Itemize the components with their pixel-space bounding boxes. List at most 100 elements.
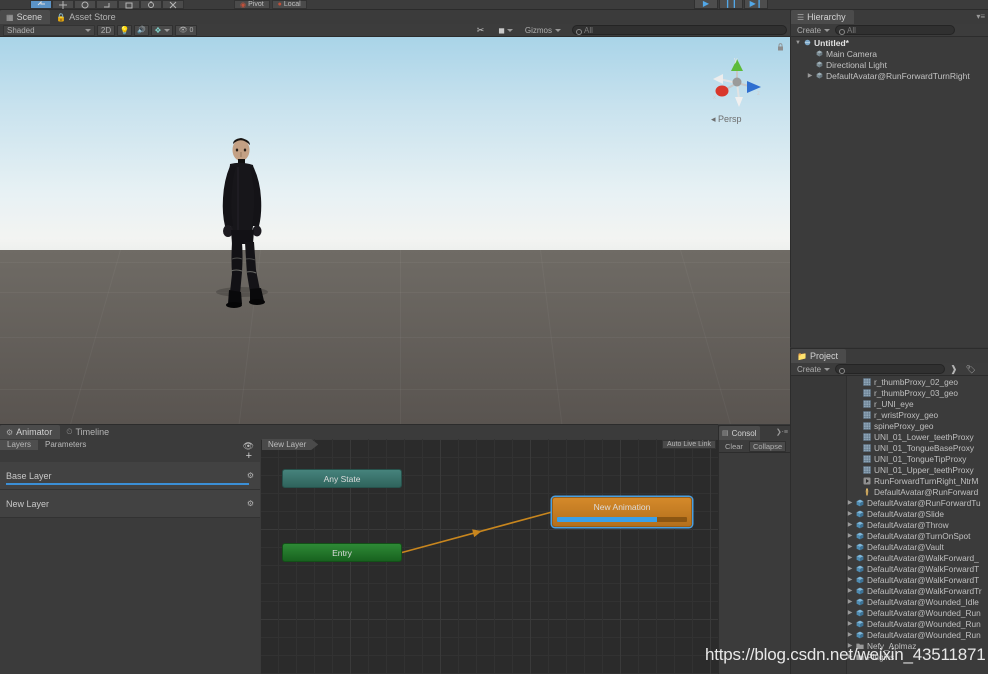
project-item[interactable]: ▶ DefaultAvatar@Throw xyxy=(791,519,988,530)
draw-mode-dropdown[interactable]: Shaded xyxy=(3,24,95,36)
chevron-right-icon[interactable]: ▶ xyxy=(847,521,853,528)
project-item[interactable]: ▶ DefaultAvatar@Wounded_Run xyxy=(791,629,988,640)
chevron-right-icon[interactable]: ▶ xyxy=(847,565,853,572)
gear-icon[interactable]: ⚙ xyxy=(247,499,254,508)
gear-icon[interactable]: ⚙ xyxy=(247,471,254,480)
scale-tool[interactable] xyxy=(96,0,118,9)
project-item[interactable]: ▶ DefaultAvatar@Wounded_Idle xyxy=(791,596,988,607)
hierarchy-item[interactable]: Main Camera xyxy=(791,48,988,59)
tab-console[interactable]: ▤ Consol xyxy=(719,426,760,440)
chevron-right-icon[interactable]: ▶ xyxy=(847,598,853,605)
hierarchy-panel-menu[interactable]: ▾≡ xyxy=(976,12,985,21)
transform-tool[interactable] xyxy=(140,0,162,9)
project-item[interactable]: UNI_01_Upper_teethProxy xyxy=(791,464,988,475)
project-search-input[interactable] xyxy=(835,364,946,374)
layer-eye-toggle[interactable]: 👁 xyxy=(243,436,254,454)
project-item[interactable]: ▶ DefaultAvatar@WalkForwardTr xyxy=(791,585,988,596)
move-tool[interactable] xyxy=(52,0,74,9)
add-layer-row[interactable]: + xyxy=(0,450,260,462)
avatar-character[interactable] xyxy=(200,132,310,332)
project-filter-label-button[interactable]: 🏷 xyxy=(963,364,979,375)
project-item[interactable]: ▶ DefaultAvatar@TurnOnSpot xyxy=(791,530,988,541)
scene-search-input[interactable]: All xyxy=(572,25,787,35)
hierarchy-item[interactable]: ▶ DefaultAvatar@RunForwardTurnRight xyxy=(791,70,988,81)
tab-animator[interactable]: ⚙ Animator xyxy=(0,425,61,439)
chevron-right-icon[interactable]: ▶ xyxy=(847,532,853,539)
hand-tool[interactable] xyxy=(30,0,52,9)
pause-button[interactable]: ❙❙ xyxy=(719,0,743,9)
local-toggle-button[interactable]: ● Local xyxy=(271,0,307,9)
hierarchy-list[interactable]: ▼ Untitled* Main Camera Directional Light ▶ D… xyxy=(791,37,988,81)
project-item[interactable]: r_wristProxy_geo xyxy=(791,409,988,420)
custom-tool[interactable] xyxy=(162,0,184,9)
tab-layers[interactable]: Layers xyxy=(0,439,39,450)
hierarchy-item[interactable]: Directional Light xyxy=(791,59,988,70)
tab-timeline[interactable]: ⏲ Timeline xyxy=(60,425,118,439)
project-item[interactable]: r_thumbProxy_02_geo xyxy=(791,376,988,387)
camera-dropdown[interactable]: ◼ xyxy=(495,25,516,36)
animator-state-machine-canvas[interactable]: New Layer Auto Live Link Any State Entry N… xyxy=(260,439,718,674)
project-item[interactable]: r_UNI_eye xyxy=(791,398,988,409)
rect-tool[interactable] xyxy=(118,0,140,9)
chevron-right-icon[interactable]: ▶ xyxy=(807,72,813,79)
tab-hierarchy[interactable]: ☰ Hierarchy xyxy=(791,10,854,24)
tab-project[interactable]: 📁 Project xyxy=(791,349,846,363)
project-item[interactable]: ▶ DefaultAvatar@RunForwardTu xyxy=(791,497,988,508)
gizmos-dropdown[interactable]: Gizmos xyxy=(522,25,564,36)
lock-icon[interactable] xyxy=(777,43,784,51)
tab-scene[interactable]: ▦ Scene xyxy=(0,10,51,24)
project-create-button[interactable]: Create xyxy=(794,364,833,375)
scene-viewport[interactable]: y z x ◂ Persp xyxy=(0,37,790,424)
project-item[interactable]: spineProxy_geo xyxy=(791,420,988,431)
chevron-right-icon[interactable]: ▶ xyxy=(847,576,853,583)
hierarchy-search-input[interactable]: All xyxy=(835,25,956,35)
project-item[interactable]: ▶ DefaultAvatar@WalkForward_ xyxy=(791,552,988,563)
hierarchy-item[interactable]: ▼ Untitled* xyxy=(791,37,988,48)
audio-toggle[interactable]: 🔊 xyxy=(134,24,149,36)
chevron-down-icon[interactable]: ▼ xyxy=(795,40,801,46)
chevron-right-icon[interactable]: ▶ xyxy=(847,510,853,517)
chevron-right-icon[interactable]: ▶ xyxy=(847,620,853,627)
project-item[interactable]: UNI_01_Lower_teethProxy xyxy=(791,431,988,442)
project-item[interactable]: ▶ DefaultAvatar@Slide xyxy=(791,508,988,519)
animator-layer-list[interactable]: Base Layer ⚙ New Layer ⚙ xyxy=(0,462,260,518)
project-item[interactable]: ▶ DefaultAvatar@WalkForwardT xyxy=(791,574,988,585)
tab-asset-store[interactable]: 🔒 Asset Store xyxy=(50,10,124,24)
chevron-right-icon[interactable]: ▶ xyxy=(847,543,853,550)
chevron-right-icon[interactable]: ▶ xyxy=(847,609,853,616)
console-clear-button[interactable]: Clear xyxy=(722,441,746,452)
effects-dropdown[interactable]: ❖ xyxy=(151,24,173,36)
state-node-any-state[interactable]: Any State xyxy=(282,469,402,488)
animator-layer-row[interactable]: Base Layer ⚙ xyxy=(0,462,260,490)
scene-visibility-toggle[interactable]: 👁 0 xyxy=(175,24,197,36)
play-button[interactable]: ▶ xyxy=(694,0,718,9)
chevron-right-icon[interactable]: ▶ xyxy=(847,631,853,638)
mode-2d-toggle[interactable]: 2D xyxy=(97,24,115,36)
state-node-new-animation[interactable]: New Animation xyxy=(552,497,692,527)
tools-icon-button[interactable]: ✂ xyxy=(474,25,488,36)
project-item[interactable]: ▶ DefaultAvatar@Wounded_Run xyxy=(791,607,988,618)
animator-layer-row[interactable]: New Layer ⚙ xyxy=(0,490,260,518)
tab-parameters[interactable]: Parameters xyxy=(38,440,93,450)
console-panel-menu[interactable]: ❯‧≡ xyxy=(776,428,788,436)
hierarchy-create-button[interactable]: Create xyxy=(794,25,833,36)
auto-live-link-button[interactable]: Auto Live Link xyxy=(662,440,716,449)
project-filter-type-button[interactable]: ❱ xyxy=(947,364,961,375)
project-item[interactable]: UNI_01_TongueBaseProxy xyxy=(791,442,988,453)
chevron-right-icon[interactable]: ▶ xyxy=(847,554,853,561)
scene-orientation-gizmo[interactable]: y z x ◂ Persp xyxy=(709,57,765,125)
lighting-toggle[interactable]: 💡 xyxy=(117,24,132,36)
project-item-list[interactable]: r_thumbProxy_02_geo r_thumbProxy_03_geo r_… xyxy=(791,376,988,674)
pivot-toggle-button[interactable]: ◉ Pivot xyxy=(234,0,270,9)
step-button[interactable]: ▶❙ xyxy=(744,0,768,9)
project-item[interactable]: RunForwardTurnRight_NtrM xyxy=(791,475,988,486)
project-item[interactable]: DefaultAvatar@RunForward xyxy=(791,486,988,497)
project-item[interactable]: ▶ DefaultAvatar@WalkForwardT xyxy=(791,563,988,574)
project-item[interactable]: r_thumbProxy_03_geo xyxy=(791,387,988,398)
project-item[interactable]: ▶ DefaultAvatar@Wounded_Run xyxy=(791,618,988,629)
rotate-tool[interactable] xyxy=(74,0,96,9)
chevron-right-icon[interactable]: ▶ xyxy=(847,587,853,594)
chevron-right-icon[interactable]: ▶ xyxy=(847,499,853,506)
perspective-mode-label[interactable]: ◂ Persp xyxy=(711,114,742,125)
layer-breadcrumb[interactable]: New Layer xyxy=(262,439,318,450)
